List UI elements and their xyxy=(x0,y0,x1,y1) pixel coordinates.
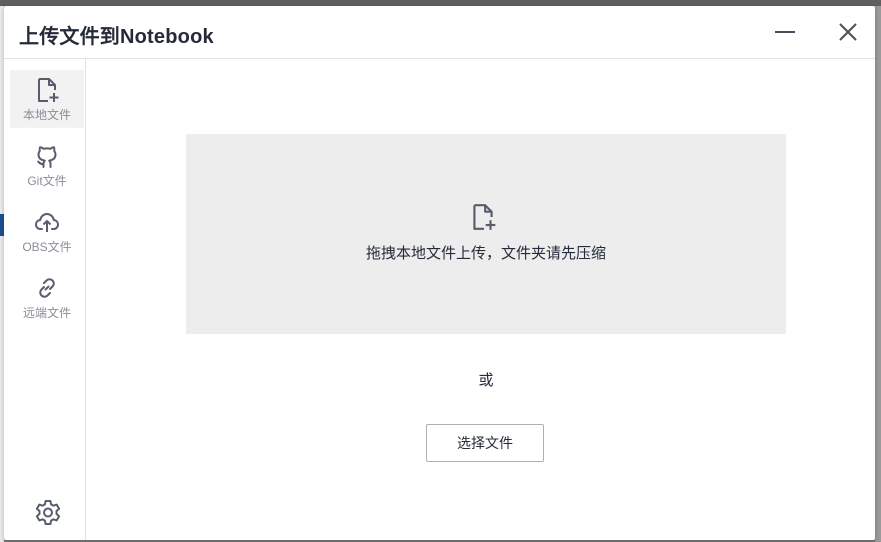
sidebar-item-label: 远端文件 xyxy=(22,306,71,320)
minimize-button[interactable] xyxy=(771,18,799,46)
close-button[interactable] xyxy=(834,18,862,46)
gear-icon xyxy=(35,500,61,525)
file-add-icon xyxy=(473,204,496,230)
upload-content: 拖拽本地文件上传，文件夹请先压缩 或 选择文件 xyxy=(86,59,875,540)
sidebar-item-label: 本地文件 xyxy=(22,108,71,122)
close-icon xyxy=(839,23,857,41)
sidebar-item-obs-file[interactable]: OBS文件 xyxy=(10,202,84,260)
cloud-upload-icon xyxy=(33,208,61,236)
or-separator: 或 xyxy=(478,372,494,389)
upload-dialog: 上传文件到Notebook 本地文件 Git文件 OBS文件 远端文件 拖拽本地… xyxy=(4,6,875,540)
sidebar-item-local-file[interactable]: 本地文件 xyxy=(10,70,84,128)
dropzone-hint: 拖拽本地文件上传，文件夹请先压缩 xyxy=(365,245,606,262)
background-app-right-edge xyxy=(875,6,881,542)
sidebar-item-label: Git文件 xyxy=(27,174,67,188)
upload-source-sidebar: 本地文件 Git文件 OBS文件 远端文件 xyxy=(4,59,86,540)
link-icon xyxy=(33,274,61,302)
dialog-title: 上传文件到Notebook xyxy=(19,26,214,48)
file-add-icon xyxy=(33,76,61,104)
minimize-icon xyxy=(775,31,795,33)
settings-button[interactable] xyxy=(32,497,64,529)
select-file-button[interactable]: 选择文件 xyxy=(426,424,544,462)
file-dropzone[interactable]: 拖拽本地文件上传，文件夹请先压缩 xyxy=(186,134,786,334)
sidebar-item-git-file[interactable]: Git文件 xyxy=(10,136,84,194)
sidebar-item-remote-file[interactable]: 远端文件 xyxy=(10,268,84,326)
sidebar-item-label: OBS文件 xyxy=(22,240,72,254)
github-icon xyxy=(33,142,61,170)
dialog-header: 上传文件到Notebook xyxy=(4,6,875,59)
